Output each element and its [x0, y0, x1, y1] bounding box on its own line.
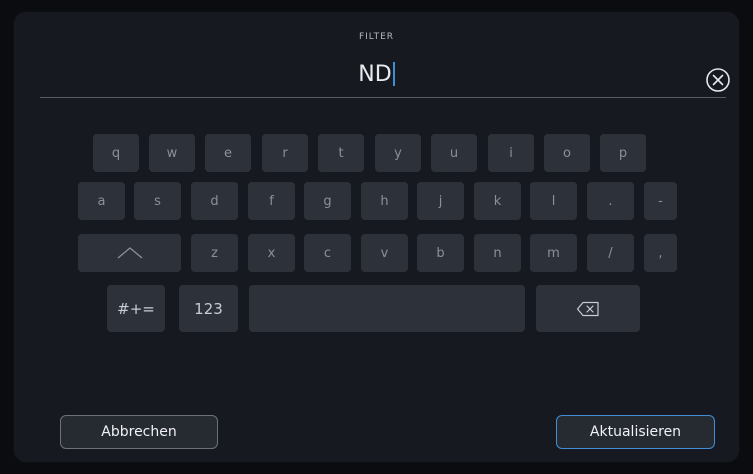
filter-dialog: FILTER ND q w e r t y u i o p a s d f g …: [14, 12, 739, 462]
numbers-key[interactable]: 123: [179, 285, 238, 332]
key-e[interactable]: e: [205, 134, 251, 172]
key-n[interactable]: n: [474, 234, 521, 272]
key-d[interactable]: d: [191, 182, 238, 220]
key-period[interactable]: .: [587, 182, 634, 220]
key-r[interactable]: r: [262, 134, 308, 172]
backspace-icon: [576, 301, 599, 316]
key-slash[interactable]: /: [587, 234, 634, 272]
key-g[interactable]: g: [304, 182, 351, 220]
key-p[interactable]: p: [600, 134, 646, 172]
key-t[interactable]: t: [318, 134, 364, 172]
key-k[interactable]: k: [474, 182, 521, 220]
caret-up-icon: [117, 247, 142, 259]
filter-input-text: ND: [358, 62, 392, 87]
cancel-button[interactable]: Abbrechen: [60, 415, 218, 449]
key-h[interactable]: h: [361, 182, 408, 220]
circle-x-icon: [706, 68, 730, 92]
screen: FILTER ND q w e r t y u i o p a s d f g …: [0, 0, 753, 474]
space-key[interactable]: [249, 285, 525, 332]
key-f[interactable]: f: [248, 182, 295, 220]
key-y[interactable]: y: [375, 134, 421, 172]
key-w[interactable]: w: [149, 134, 195, 172]
key-o[interactable]: o: [544, 134, 590, 172]
key-a[interactable]: a: [78, 182, 125, 220]
backspace-key[interactable]: [536, 285, 640, 332]
key-v[interactable]: v: [361, 234, 408, 272]
key-u[interactable]: u: [431, 134, 477, 172]
key-j[interactable]: j: [417, 182, 464, 220]
field-label: FILTER: [358, 32, 395, 42]
key-comma[interactable]: ,: [644, 234, 677, 272]
text-caret: [392, 61, 395, 86]
clear-button[interactable]: [704, 66, 732, 94]
key-s[interactable]: s: [134, 182, 181, 220]
key-m[interactable]: m: [530, 234, 577, 272]
key-l[interactable]: l: [530, 182, 577, 220]
symbols-key[interactable]: #+=: [107, 285, 165, 332]
key-i[interactable]: i: [488, 134, 534, 172]
key-z[interactable]: z: [191, 234, 238, 272]
key-q[interactable]: q: [93, 134, 139, 172]
key-x[interactable]: x: [248, 234, 295, 272]
key-c[interactable]: c: [304, 234, 351, 272]
key-hyphen[interactable]: -: [644, 182, 677, 220]
input-divider: [40, 97, 726, 98]
key-b[interactable]: b: [417, 234, 464, 272]
filter-input[interactable]: ND: [14, 60, 739, 90]
update-button[interactable]: Aktualisieren: [556, 415, 715, 449]
shift-key[interactable]: [78, 234, 181, 272]
